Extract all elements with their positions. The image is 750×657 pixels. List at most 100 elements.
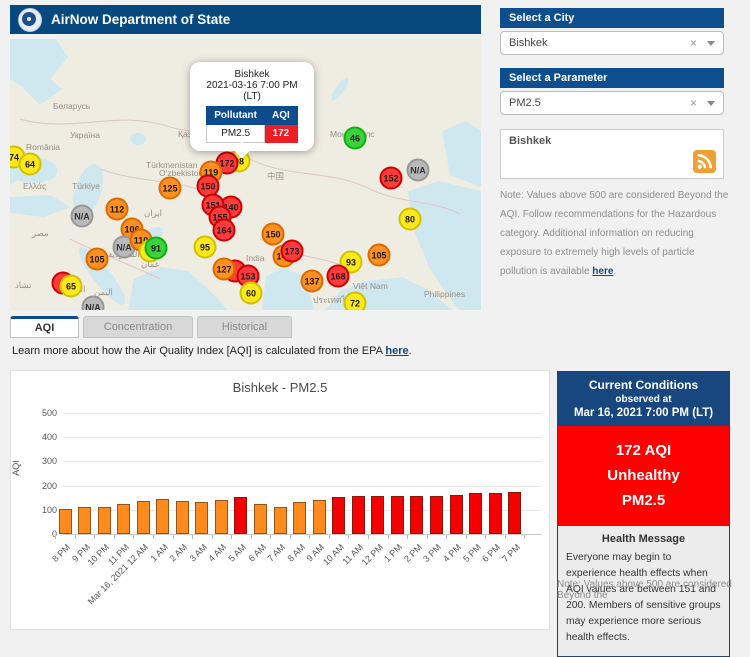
tab-historical[interactable]: Historical bbox=[197, 316, 292, 338]
rss-icon[interactable] bbox=[693, 150, 716, 173]
chart-y-tick: 400 bbox=[11, 432, 57, 442]
map-label: India bbox=[246, 253, 264, 263]
parameter-caret-icon[interactable] bbox=[707, 101, 715, 106]
chart-x-tick bbox=[153, 535, 154, 539]
rss-city-label: Bishkek bbox=[509, 135, 715, 147]
chart-bar[interactable] bbox=[59, 509, 72, 534]
aqi-marker[interactable]: 164 bbox=[213, 219, 236, 242]
chart-x-tick bbox=[407, 535, 408, 539]
chart-bar[interactable] bbox=[469, 493, 482, 534]
chart-bar[interactable] bbox=[430, 496, 443, 534]
parameter-select[interactable]: PM2.5 × bbox=[500, 91, 724, 115]
chart-bar[interactable] bbox=[508, 492, 521, 534]
chart-bar[interactable] bbox=[156, 499, 169, 534]
aqi-marker[interactable]: 150 bbox=[262, 223, 285, 246]
aqi-marker[interactable]: 46 bbox=[344, 127, 367, 150]
sidebar-note-period: . bbox=[613, 266, 616, 277]
aqi-marker[interactable]: 72 bbox=[344, 292, 367, 311]
map-label: Việt Nam bbox=[353, 281, 388, 291]
aqi-marker[interactable]: 127 bbox=[213, 258, 236, 281]
aqi-marker[interactable]: 125 bbox=[159, 177, 182, 200]
chart-bar[interactable] bbox=[391, 496, 404, 534]
city-card: Select a City Bishkek × bbox=[500, 8, 724, 55]
city-clear-icon[interactable]: × bbox=[690, 36, 697, 50]
parameter-select-value: PM2.5 bbox=[509, 97, 690, 109]
chart-bar[interactable] bbox=[371, 496, 384, 534]
chart-bar[interactable] bbox=[234, 497, 247, 534]
aqi-marker[interactable]: N/A bbox=[407, 159, 430, 182]
chart-x-tick bbox=[55, 535, 56, 539]
city-caret-icon[interactable] bbox=[707, 41, 715, 46]
chart-x-tick bbox=[368, 535, 369, 539]
chart-bar[interactable] bbox=[332, 497, 345, 534]
current-aqi-value: 172 AQI bbox=[562, 439, 725, 464]
chart-x-tick bbox=[114, 535, 115, 539]
aqi-marker[interactable]: 105 bbox=[86, 248, 109, 271]
popup-pollutant-value: PM2.5 bbox=[207, 125, 265, 143]
chart-bar[interactable] bbox=[313, 500, 326, 534]
learn-more-link[interactable]: here bbox=[385, 345, 408, 357]
aqi-marker[interactable]: 168 bbox=[327, 265, 350, 288]
aqi-marker[interactable]: 80 bbox=[399, 208, 422, 231]
parameter-clear-icon[interactable]: × bbox=[690, 96, 697, 110]
chart-bar[interactable] bbox=[78, 507, 91, 534]
city-select-value: Bishkek bbox=[509, 37, 690, 49]
tab-aqi[interactable]: AQI bbox=[10, 316, 79, 338]
learn-more-period: . bbox=[409, 345, 412, 357]
chart-bar[interactable] bbox=[274, 507, 287, 534]
rss-feed-box: Bishkek bbox=[500, 129, 724, 179]
view-tabs: AQI Concentration Historical bbox=[10, 316, 292, 338]
city-select[interactable]: Bishkek × bbox=[500, 31, 724, 55]
map-label: România bbox=[26, 142, 60, 152]
chart-x-tick bbox=[251, 535, 252, 539]
aqi-marker[interactable]: 105 bbox=[368, 244, 391, 267]
aqi-marker[interactable]: 64 bbox=[19, 153, 42, 176]
chart-x-tick bbox=[231, 535, 232, 539]
aqi-marker[interactable]: 60 bbox=[240, 282, 263, 305]
observed-at-label: observed at bbox=[562, 394, 725, 405]
popup-lt: (LT) bbox=[196, 91, 308, 102]
chart-bar[interactable] bbox=[117, 504, 130, 534]
chart-x-tick bbox=[388, 535, 389, 539]
current-conditions-header: Current Conditions observed at Mar 16, 2… bbox=[558, 372, 729, 426]
sidebar-note-link[interactable]: here bbox=[592, 266, 613, 277]
popup-table: Pollutant AQI PM2.5 172 bbox=[206, 106, 298, 143]
chart-bar[interactable] bbox=[98, 507, 111, 534]
chart-bar[interactable] bbox=[215, 500, 228, 534]
map-label: Philippines bbox=[424, 289, 465, 299]
chart-bar[interactable] bbox=[293, 502, 306, 534]
chart-bar[interactable] bbox=[176, 501, 189, 534]
sidebar-note: Note: Values above 500 are considered Be… bbox=[500, 186, 730, 281]
aqi-marker[interactable]: N/A bbox=[71, 205, 94, 228]
current-aqi-category: Unhealthy bbox=[562, 464, 725, 489]
chart-bar[interactable] bbox=[254, 504, 267, 534]
chart-x-tick bbox=[309, 535, 310, 539]
app-title: AirNow Department of State bbox=[51, 12, 230, 27]
chart-x-tick bbox=[270, 535, 271, 539]
chart-bar[interactable] bbox=[195, 502, 208, 534]
chart-bar[interactable] bbox=[489, 493, 502, 534]
aqi-marker[interactable]: 112 bbox=[106, 198, 129, 221]
tab-concentration[interactable]: Concentration bbox=[83, 316, 193, 338]
popup-col-aqi: AQI bbox=[265, 107, 298, 125]
chart-bar[interactable] bbox=[410, 496, 423, 534]
chart-y-tick: 200 bbox=[11, 481, 57, 491]
map-label: Беларусь bbox=[53, 101, 90, 111]
health-message-title: Health Message bbox=[566, 533, 721, 545]
aqi-map[interactable]: БеларусьУкраїнаRomâniaҚазақстанΕλλάςTürk… bbox=[10, 39, 481, 310]
aqi-marker[interactable]: 152 bbox=[380, 167, 403, 190]
chart-bar[interactable] bbox=[352, 496, 365, 534]
chart-bar[interactable] bbox=[137, 501, 150, 534]
aqi-marker[interactable]: 95 bbox=[194, 236, 217, 259]
current-conditions-panel: Current Conditions observed at Mar 16, 2… bbox=[557, 371, 730, 657]
chart-x-tick bbox=[466, 535, 467, 539]
aqi-marker[interactable]: 173 bbox=[281, 240, 304, 263]
map-label: Ελλάς bbox=[23, 181, 46, 191]
chart-y-tick: 100 bbox=[11, 505, 57, 515]
city-card-header: Select a City bbox=[500, 8, 724, 28]
aqi-marker[interactable]: 91 bbox=[145, 237, 168, 260]
aqi-marker[interactable]: 137 bbox=[301, 270, 324, 293]
chart-bar[interactable] bbox=[450, 495, 463, 534]
map-label: مصر bbox=[32, 228, 49, 239]
aqi-marker[interactable]: 65 bbox=[60, 275, 83, 298]
